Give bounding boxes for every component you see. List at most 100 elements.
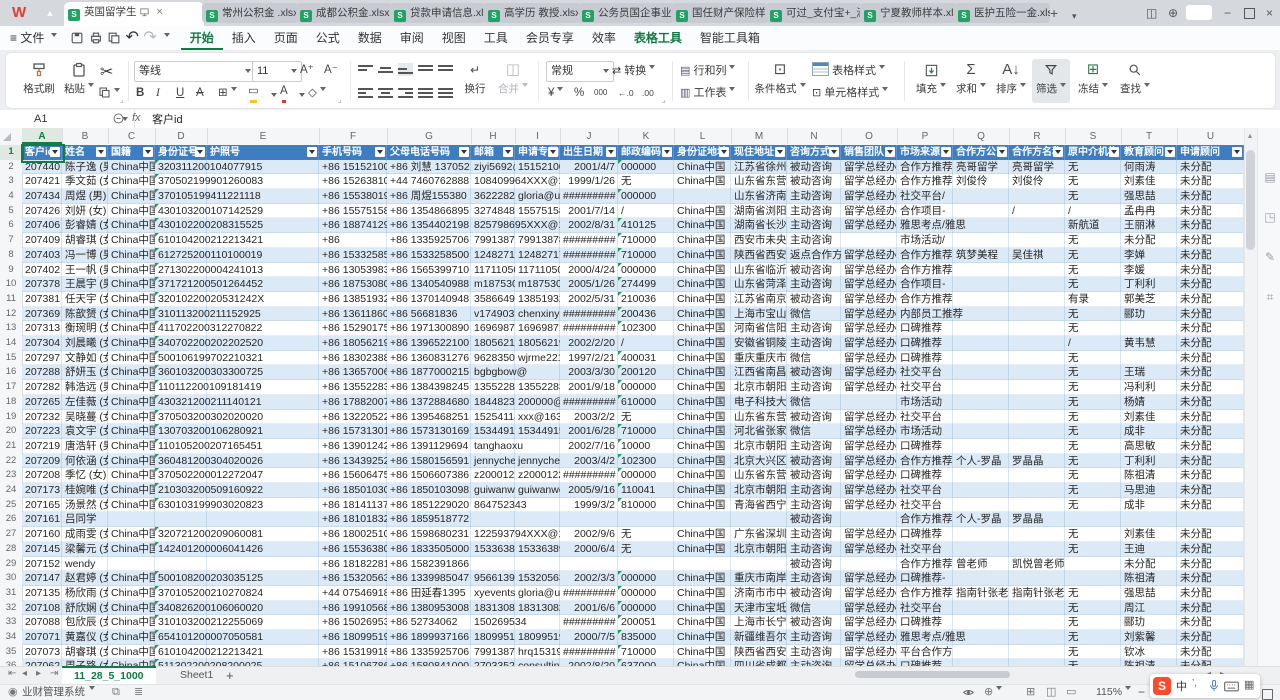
page-view-icon[interactable]: ▭ (1066, 684, 1076, 700)
filter-button[interactable] (143, 147, 153, 157)
header-cell-K[interactable]: 邮政编码 (618, 145, 674, 160)
filter-button[interactable] (375, 147, 385, 157)
filter-button[interactable] (50, 147, 60, 157)
filter-button[interactable] (1053, 147, 1063, 157)
menu-数据[interactable]: 数据 (349, 26, 391, 50)
center-view-icon[interactable]: ⊕ (984, 684, 1002, 700)
column-letter-C[interactable]: C (108, 128, 156, 144)
header-cell-E[interactable]: 护照号 (207, 145, 319, 160)
column-letter-G[interactable]: G (387, 128, 472, 144)
fill-button[interactable]: 填充 (912, 59, 950, 103)
increase-decimal-button[interactable]: .00 (642, 84, 654, 102)
header-cell-G[interactable]: 父母电话号码 (387, 145, 471, 160)
menu-开始[interactable]: 开始 (181, 26, 223, 50)
normal-view-icon[interactable]: ⊞ (1026, 684, 1035, 700)
tab-list-caret-icon[interactable]: ▾ (1072, 8, 1077, 24)
menu-插入[interactable]: 插入 (223, 26, 265, 50)
align-right-icon[interactable] (398, 86, 413, 99)
rail-grid-icon[interactable]: ⌗ (1263, 290, 1277, 305)
column-letter-Q[interactable]: Q (953, 128, 1010, 144)
header-cell-M[interactable]: 现住地址 (731, 145, 787, 160)
menu-公式[interactable]: 公式 (307, 26, 349, 50)
menu-工具[interactable]: 工具 (475, 26, 517, 50)
row-number-22[interactable]: 22 (0, 454, 23, 470)
merge-cells-button[interactable]: ◫合并 (496, 59, 530, 103)
column-letter-O[interactable]: O (841, 128, 898, 144)
filter-button[interactable] (459, 147, 469, 157)
thousand-separator-button[interactable]: 000 (594, 84, 607, 102)
column-letter-A[interactable]: A (22, 128, 63, 144)
row-number-29[interactable]: 29 (0, 557, 23, 573)
file-tab-9[interactable]: S医护五险一金.xlsx (954, 3, 1050, 23)
column-letter-F[interactable]: F (319, 128, 388, 144)
row-number-28[interactable]: 28 (0, 542, 23, 558)
file-tab-6[interactable]: S国任财产保险样本.x (672, 3, 768, 23)
header-cell-Q[interactable]: 合作方公司 (953, 145, 1009, 160)
column-letter-E[interactable]: E (207, 128, 320, 144)
sheet-nav-last-icon[interactable]: ⇥ (50, 668, 58, 679)
filter-button[interactable]: 筛选 (1032, 59, 1070, 103)
row-number-5[interactable]: 5 (0, 204, 23, 220)
scroll-up-icon[interactable]: ▴ (1248, 131, 1252, 140)
undo-icon[interactable]: ↶ (126, 29, 139, 46)
ime-punct-toggle[interactable]: ’, (1192, 678, 1197, 689)
menu-效率[interactable]: 效率 (583, 26, 625, 50)
paste-button[interactable]: 粘贴 (60, 59, 98, 103)
globe-icon[interactable]: ⊕ (1168, 6, 1178, 20)
menu-会员专享[interactable]: 会员专享 (517, 26, 583, 50)
row-number-7[interactable]: 7 (0, 233, 23, 249)
format-painter-button[interactable]: 格式刷 (20, 59, 58, 103)
row-number-24[interactable]: 24 (0, 483, 23, 499)
filter-button[interactable] (662, 147, 672, 157)
mic-icon[interactable] (1208, 679, 1220, 693)
column-letter-I[interactable]: I (515, 128, 561, 144)
row-number-26[interactable]: 26 (0, 512, 23, 528)
conditional-format-button[interactable]: ⊡条件格式 (754, 59, 806, 103)
filter-button[interactable] (719, 147, 729, 157)
row-number-8[interactable]: 8 (0, 248, 23, 264)
header-cell-I[interactable]: 申请专用邮箱 (515, 145, 560, 160)
find-button[interactable]: 查找 (1116, 59, 1154, 103)
filter-button[interactable] (1109, 147, 1119, 157)
fx-icon[interactable]: fx (132, 112, 141, 124)
percent-button[interactable]: % (574, 84, 584, 102)
column-letter-L[interactable]: L (674, 128, 732, 144)
row-number-20[interactable]: 20 (0, 424, 23, 440)
sogou-logo[interactable]: S (1153, 677, 1171, 695)
close-button[interactable]: × (1266, 6, 1273, 20)
number-dialog-launcher[interactable]: ⌟ (662, 95, 666, 104)
fill-color-caret-icon[interactable] (271, 93, 277, 100)
header-cell-F[interactable]: 手机号码 (319, 145, 387, 160)
clipboard-dialog-launcher[interactable]: ⌟ (120, 95, 124, 104)
header-cell-S[interactable]: 原中介机构 (1065, 145, 1121, 160)
sheet-tab-sheet1[interactable]: Sheet1 (170, 666, 223, 684)
add-sheet-button[interactable]: + (226, 668, 234, 683)
menu-视图[interactable]: 视图 (433, 26, 475, 50)
filter-button[interactable] (1165, 147, 1175, 157)
justify-icon[interactable] (418, 86, 433, 99)
decrease-indent-icon[interactable] (418, 63, 433, 76)
row-number-31[interactable]: 31 (0, 586, 23, 602)
decrease-font-icon[interactable]: A⁻ (324, 61, 338, 79)
wps-logo[interactable]: W (12, 4, 26, 21)
zoom-out-button[interactable]: − (1138, 684, 1145, 700)
menu-智能工具箱[interactable]: 智能工具箱 (691, 26, 769, 50)
header-cell-T[interactable]: 教育顾问 (1121, 145, 1177, 160)
row-number-16[interactable]: 16 (0, 365, 23, 381)
row-number-3[interactable]: 3 (0, 174, 23, 190)
row-number-13[interactable]: 13 (0, 321, 23, 337)
filter-button[interactable] (606, 147, 616, 157)
close-tab-icon[interactable]: × (156, 6, 162, 18)
copy-format-button[interactable] (98, 84, 120, 102)
file-menu[interactable]: ≡ 文件 (0, 26, 66, 50)
copy-icon[interactable] (107, 31, 121, 45)
row-number-19[interactable]: 19 (0, 410, 23, 426)
row-number-6[interactable]: 6 (0, 218, 23, 234)
quick-access-caret-icon[interactable] (164, 33, 170, 40)
filter-button[interactable] (96, 147, 106, 157)
cell-style-button[interactable]: ⊡ 单元格样式 (812, 84, 888, 102)
file-tab-5[interactable]: S公务员国企事业单位 (578, 3, 674, 23)
column-letter-P[interactable]: P (897, 128, 954, 144)
file-tab-1[interactable]: S常州公积金 .xlsx (202, 3, 298, 23)
select-all-corner[interactable] (3, 133, 11, 141)
